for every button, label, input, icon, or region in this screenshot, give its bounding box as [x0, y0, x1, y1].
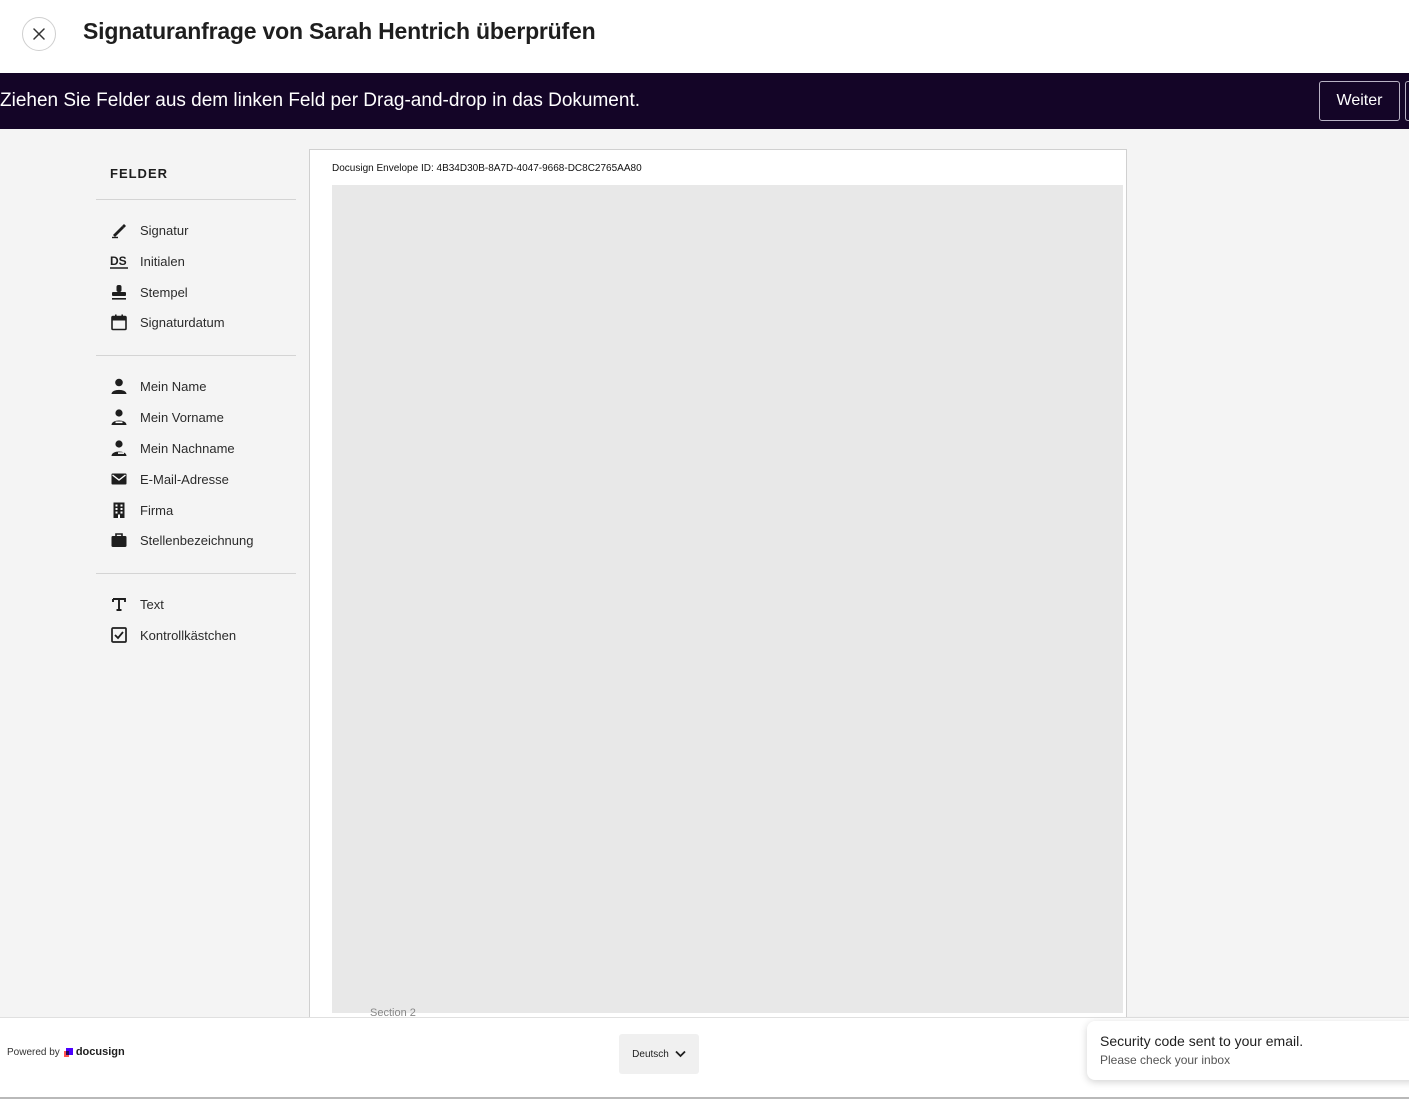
pen-icon	[110, 221, 128, 239]
chevron-down-icon	[675, 1050, 686, 1058]
powered-by-text: Powered by	[7, 1046, 60, 1058]
document-content[interactable]	[332, 185, 1123, 1013]
field-stamp[interactable]: Stempel	[110, 280, 188, 304]
toast-message: Please check your inbox	[1100, 1053, 1231, 1067]
building-icon	[110, 501, 128, 519]
field-signature[interactable]: Signatur	[110, 218, 188, 242]
sidebar-divider	[96, 355, 296, 356]
initials-icon: DS	[110, 252, 128, 270]
field-my-name[interactable]: Mein Name	[110, 374, 206, 398]
checkbox-icon	[110, 626, 128, 644]
page: Signaturanfrage von Sarah Hentrich überp…	[0, 0, 1409, 1099]
instruction-banner: Ziehen Sie Felder aus dem linken Feld pe…	[0, 73, 1409, 129]
field-label: Initialen	[140, 253, 185, 269]
text-icon	[110, 595, 128, 613]
page-title: Signaturanfrage von Sarah Hentrich überp…	[83, 18, 596, 44]
sidebar-heading: FELDER	[110, 166, 168, 181]
document-page[interactable]: Docusign Envelope ID: 4B34D30B-8A7D-4047…	[309, 149, 1127, 1029]
field-email[interactable]: E-Mail-Adresse	[110, 467, 229, 491]
field-job-title[interactable]: Stellenbezeichnung	[110, 528, 253, 552]
powered-by: Powered by docusign	[7, 1046, 125, 1058]
field-label: Stempel	[140, 284, 188, 300]
field-company[interactable]: Firma	[110, 498, 173, 522]
field-my-first-name[interactable]: Mein Vorname	[110, 405, 224, 429]
field-checkbox[interactable]: Kontrollkästchen	[110, 623, 236, 647]
person-first-icon	[110, 408, 128, 426]
field-label: E-Mail-Adresse	[140, 471, 229, 487]
field-label: Firma	[140, 502, 174, 518]
language-select[interactable]: Deutsch	[619, 1034, 699, 1074]
toast-title: Security code sent to your email.	[1100, 1033, 1304, 1049]
field-label: Kontrollkästchen	[140, 627, 237, 643]
stamp-icon	[110, 283, 128, 301]
security-code-toast: Security code sent to your email. Please…	[1087, 1021, 1409, 1080]
field-initials[interactable]: DS Initialen	[110, 249, 185, 273]
person-icon	[110, 377, 128, 395]
field-label: Stellenbezeichnung	[140, 532, 254, 548]
next-button[interactable]: Weiter	[1319, 81, 1400, 121]
close-button[interactable]	[22, 17, 56, 51]
sidebar-divider	[96, 573, 296, 574]
svg-text:DS: DS	[110, 254, 127, 268]
field-signature-date[interactable]: Signaturdatum	[110, 310, 225, 334]
banner-text: Ziehen Sie Felder aus dem linken Feld pe…	[0, 90, 640, 111]
field-label: Mein Vorname	[140, 409, 224, 425]
field-label: Signaturdatum	[140, 314, 225, 330]
field-label: Mein Nachname	[140, 440, 235, 456]
language-value: Deutsch	[632, 1048, 669, 1060]
field-my-last-name[interactable]: Mein Nachname	[110, 436, 235, 460]
person-last-icon	[110, 439, 128, 457]
field-label: Mein Name	[140, 378, 207, 394]
docusign-logo-text: docusign	[75, 1046, 125, 1058]
envelope-id: Docusign Envelope ID: 4B34D30B-8A7D-4047…	[332, 163, 642, 174]
briefcase-icon	[110, 531, 128, 549]
field-label: Signatur	[140, 222, 189, 238]
docusign-logo-icon	[63, 1047, 73, 1057]
field-label: Text	[140, 596, 164, 612]
field-text[interactable]: Text	[110, 592, 164, 616]
envelope-icon	[110, 470, 128, 488]
close-icon	[33, 28, 45, 40]
header: Signaturanfrage von Sarah Hentrich überp…	[0, 0, 1409, 73]
banner-overflow-button[interactable]	[1405, 81, 1409, 121]
sidebar-divider	[96, 199, 296, 200]
calendar-icon	[110, 313, 128, 331]
